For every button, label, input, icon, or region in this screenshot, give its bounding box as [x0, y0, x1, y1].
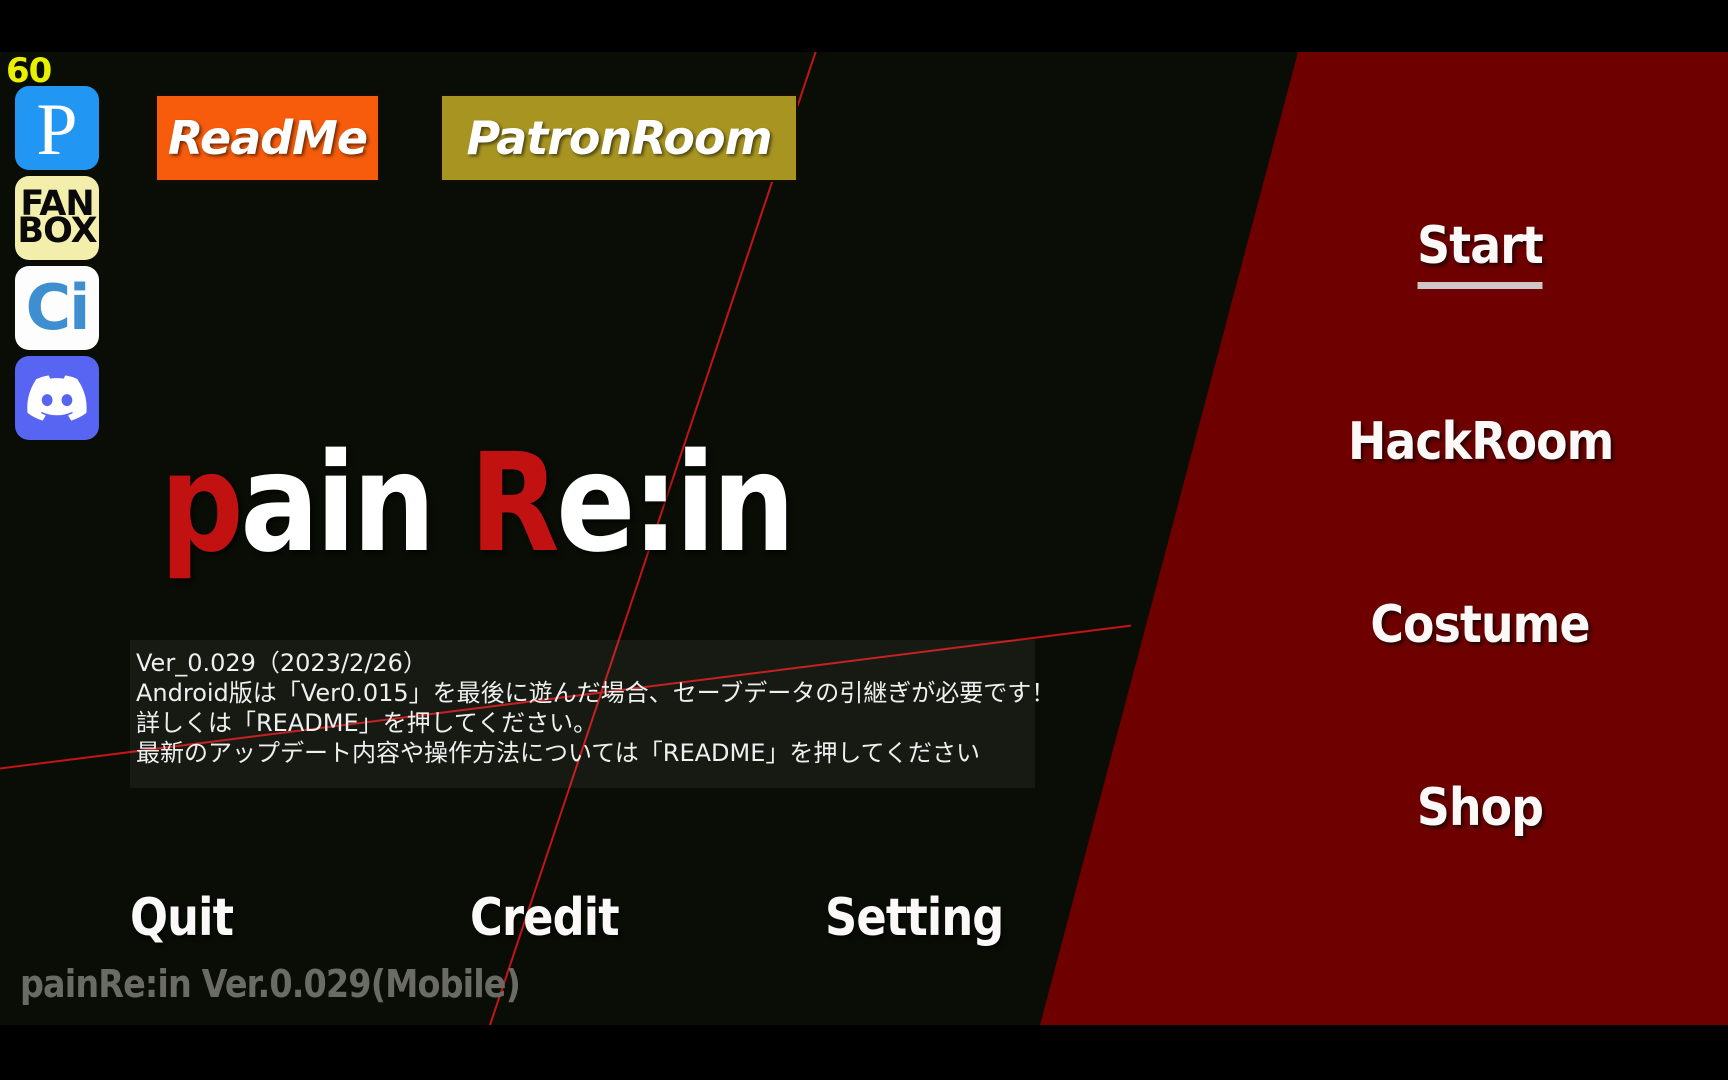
- discord-icon[interactable]: [15, 356, 99, 440]
- menu-item-costume[interactable]: Costume: [1348, 595, 1612, 655]
- fanbox-icon[interactable]: FAN BOX: [15, 176, 99, 260]
- readme-button-label: ReadMe: [167, 111, 368, 165]
- menu-item-start-label: Start: [1417, 216, 1544, 276]
- discord-icon-glyph: [27, 375, 87, 421]
- game-title-logo: pain Re:in: [160, 436, 795, 572]
- bottom-menu: Quit Credit Setting: [0, 888, 1060, 958]
- notice-line-android: Android版は「Ver0.015」を最後に遊んだ場合、セーブデータの引継ぎが…: [136, 679, 1056, 707]
- patronroom-button-label: PatronRoom: [466, 111, 772, 165]
- notice-line-readme: 詳しくは「README」を押してください。: [136, 709, 598, 737]
- menu-item-setting[interactable]: Setting: [825, 888, 1004, 948]
- game-viewport: 60 P FAN BOX Ci ReadMe PatronRoom pain R…: [0, 52, 1728, 1025]
- menu-item-hackroom-label: HackRoom: [1348, 412, 1614, 472]
- menu-item-quit[interactable]: Quit: [130, 888, 234, 948]
- cien-icon[interactable]: Ci: [15, 266, 99, 350]
- readme-button[interactable]: ReadMe: [155, 94, 380, 182]
- pixiv-icon[interactable]: P: [15, 86, 99, 170]
- cien-icon-glyph: Ci: [25, 271, 91, 344]
- social-links-column: P FAN BOX Ci: [15, 86, 99, 440]
- menu-item-credit[interactable]: Credit: [470, 888, 620, 948]
- pixiv-icon-glyph: P: [36, 89, 78, 170]
- patronroom-button[interactable]: PatronRoom: [440, 94, 798, 182]
- fanbox-icon-line2: BOX: [17, 211, 97, 251]
- notice-line-version: Ver_0.029（2023/2/26）: [136, 649, 427, 677]
- title-part-2: ain: [240, 425, 470, 583]
- fanbox-icon-glyph: FAN BOX: [17, 186, 97, 251]
- main-menu: Start HackRoom Costume Shop: [1330, 152, 1630, 838]
- title-part-3: R: [469, 425, 560, 583]
- game-title-screen: 60 P FAN BOX Ci ReadMe PatronRoom pain R…: [0, 0, 1728, 1080]
- letterbox-top: [0, 0, 1728, 52]
- version-watermark: painRe:in Ver.0.029(Mobile): [20, 962, 521, 1006]
- version-notice-box: Ver_0.029（2023/2/26） Android版は「Ver0.015」…: [130, 640, 1056, 788]
- menu-item-costume-label: Costume: [1370, 595, 1590, 655]
- title-part-4: e:in: [556, 425, 795, 583]
- fps-counter: 60: [6, 52, 52, 91]
- menu-item-shop[interactable]: Shop: [1348, 778, 1612, 838]
- letterbox-bottom: [0, 1025, 1728, 1080]
- menu-item-shop-label: Shop: [1416, 778, 1544, 838]
- menu-selection-underline: [1417, 282, 1543, 289]
- menu-item-start[interactable]: Start: [1348, 216, 1612, 289]
- title-part-1: p: [160, 425, 244, 583]
- notice-line-update: 最新のアップデート内容や操作方法については「README」を押してください: [136, 739, 980, 767]
- menu-item-hackroom[interactable]: HackRoom: [1348, 412, 1614, 472]
